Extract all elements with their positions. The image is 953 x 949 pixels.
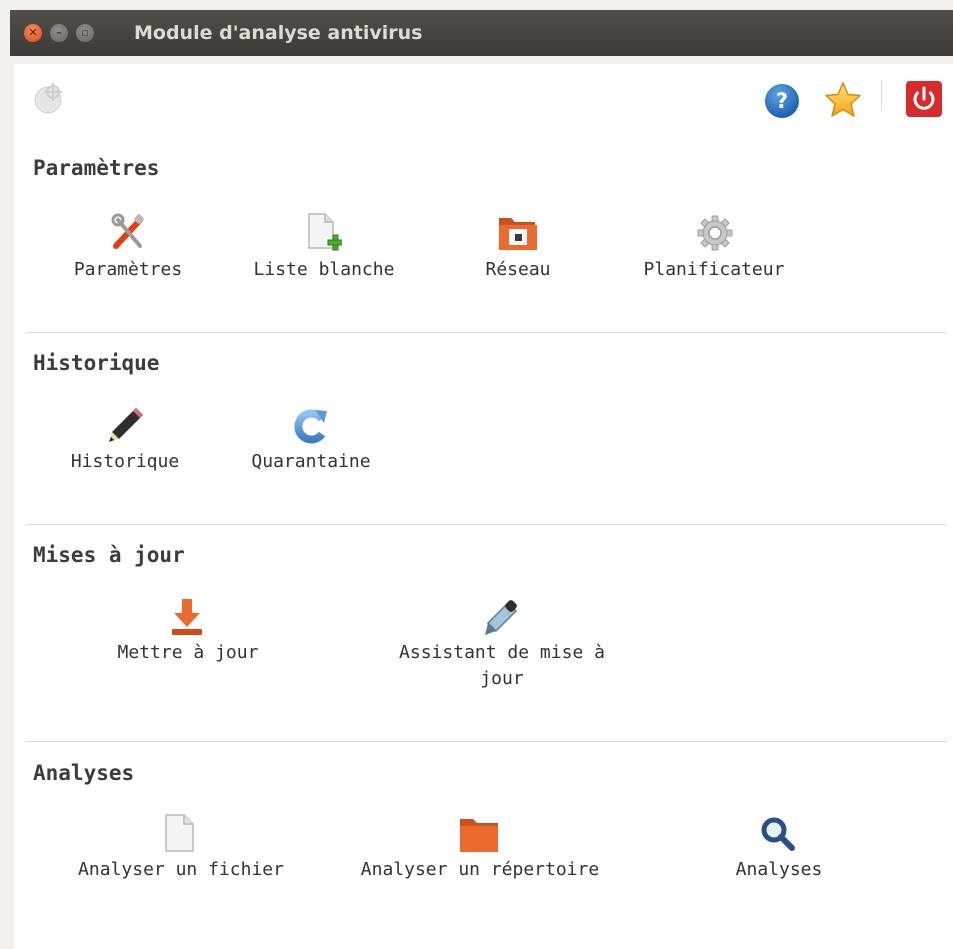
assistant-mise-a-jour-button[interactable]: Assistant de mise à jour [380,597,624,695]
item-label: Planificateur [643,259,785,280]
analyser-fichier-button[interactable]: Analyser un fichier [58,813,304,885]
gear-icon [697,215,733,251]
file-icon [165,814,194,852]
refresh-icon [294,409,327,444]
section-divider [26,332,947,333]
item-label: Réseau [485,259,551,280]
analyser-repertoire-button[interactable]: Analyser un répertoire [340,813,620,885]
planificateur-button[interactable]: Planificateur [628,212,800,284]
item-label: Analyser un répertoire [360,859,600,880]
close-window-button[interactable]: ✕ [24,24,42,42]
star-icon[interactable] [823,80,863,120]
download-icon [172,599,202,635]
maximize-window-button[interactable]: ▫ [76,24,94,42]
reseau-button[interactable]: Réseau [458,212,578,284]
close-icon: ✕ [28,26,38,39]
item-label: Paramètres [73,259,183,280]
minimize-icon: – [56,26,62,39]
power-icon[interactable] [906,81,942,117]
item-label: Analyser un fichier [78,859,284,880]
mettre-a-jour-button[interactable]: Mettre à jour [98,597,278,669]
item-label: Analyses [735,859,823,880]
historique-button[interactable]: Historique [56,405,194,477]
add-file-icon [308,213,342,251]
item-label: Quarantaine [251,451,371,472]
quarantaine-button[interactable]: Quarantaine [236,405,386,477]
window-title: Module d'analyse antivirus [134,22,423,44]
section-divider [26,524,947,525]
dropper-icon [485,600,518,635]
section-divider [26,741,947,742]
section-title-parametres: Paramètres [33,156,160,180]
network-folder-icon [499,218,537,250]
crosshair-logo-icon [28,78,70,120]
svg-text:?: ? [776,89,788,113]
magnifier-icon [761,817,795,851]
section-title-mises-a-jour: Mises à jour [33,543,185,567]
parametres-button[interactable]: Paramètres [58,212,198,284]
item-label: Liste blanche [253,259,395,280]
tools-icon [111,213,144,249]
item-label: Mettre à jour [117,642,259,663]
pencil-icon [109,408,143,442]
analyses-button[interactable]: Analyses [714,813,844,885]
section-title-historique: Historique [33,351,160,375]
item-label: Historique [70,451,180,472]
item-label: Assistant de mise à jour [399,642,605,689]
help-icon[interactable]: ? [764,83,800,119]
section-title-analyses: Analyses [33,761,135,785]
minimize-window-button[interactable]: – [50,24,68,42]
window-titlebar[interactable]: ✕ – ▫ Module d'analyse antivirus [10,10,953,56]
toolbar-separator [881,80,882,110]
liste-blanche-button[interactable]: Liste blanche [236,212,412,284]
maximize-icon: ▫ [81,26,89,39]
folder-icon [460,819,498,852]
